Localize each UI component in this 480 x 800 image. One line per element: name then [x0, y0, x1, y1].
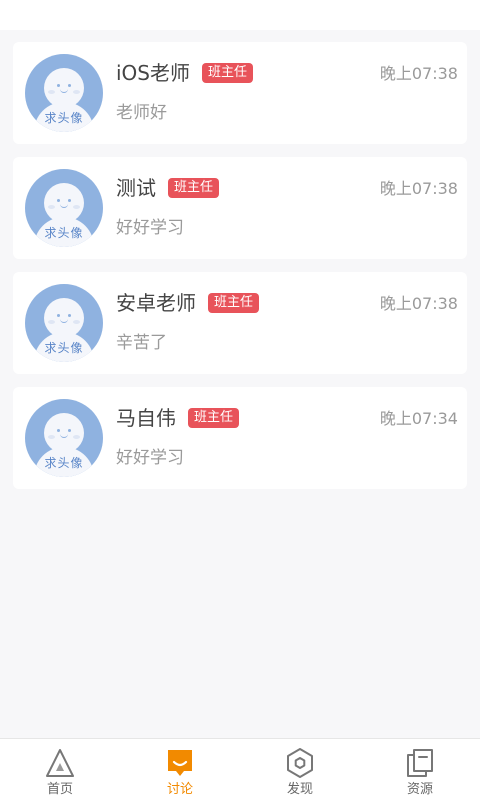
triangle-icon [46, 749, 74, 777]
avatar-placeholder-text: 求头像 [44, 341, 84, 355]
hexagon-icon [287, 748, 313, 778]
contact-name: 安卓老师 [116, 291, 196, 315]
chat-item[interactable]: 求头像 iOS老师 班主任 晚上07:38 老师好 [13, 42, 467, 144]
avatar-cheek [48, 90, 55, 94]
tab-label: 资源 [406, 782, 433, 797]
chat-item[interactable]: 求头像 测试 班主任 晚上07:38 好好学习 [13, 157, 467, 259]
avatar-head-shape [44, 68, 84, 108]
tab-resources[interactable]: 资源 [360, 739, 480, 800]
avatar-eye [68, 314, 71, 317]
chat-list: 求头像 iOS老师 班主任 晚上07:38 老师好 求头像 测试 班主任 晚上07:… [13, 42, 467, 502]
message-preview: 辛苦了 [116, 333, 167, 353]
tab-discover[interactable]: 发现 [240, 739, 360, 800]
avatar: 求头像 [25, 284, 103, 362]
bottom-tab-bar: 首页 讨论 发现 资源 [0, 738, 480, 800]
tab-discussion[interactable]: 讨论 [120, 739, 240, 800]
role-badge: 班主任 [188, 407, 240, 428]
avatar-cheek [73, 320, 80, 324]
chat-item[interactable]: 求头像 安卓老师 班主任 晚上07:38 辛苦了 [13, 272, 467, 374]
message-time: 晚上07:34 [379, 409, 458, 428]
avatar-head-shape [44, 298, 84, 338]
chat-bubble-icon [168, 750, 192, 776]
avatar-cheek [73, 435, 80, 439]
contact-name-row: 测试 班主任 [116, 175, 220, 201]
avatar-cheek [48, 320, 55, 324]
avatar-eye [57, 199, 60, 202]
avatar-placeholder-text: 求头像 [44, 111, 84, 125]
avatar-head-shape [44, 413, 84, 453]
contact-name: iOS老师 [116, 61, 190, 85]
avatar-eye [57, 84, 60, 87]
message-preview: 好好学习 [116, 448, 184, 468]
message-preview: 老师好 [116, 103, 167, 123]
top-bar [0, 0, 480, 30]
documents-icon [407, 749, 433, 777]
tab-home[interactable]: 首页 [0, 739, 120, 800]
chat-item[interactable]: 求头像 马自伟 班主任 晚上07:34 好好学习 [13, 387, 467, 489]
avatar-placeholder-text: 求头像 [44, 226, 84, 240]
contact-name-row: iOS老师 班主任 [116, 60, 254, 86]
avatar-cheek [48, 435, 55, 439]
avatar-eye [68, 84, 71, 87]
avatar-cheek [48, 205, 55, 209]
avatar-eye [57, 314, 60, 317]
avatar-eye [68, 199, 71, 202]
message-time: 晚上07:38 [379, 294, 458, 313]
avatar-cheek [73, 90, 80, 94]
avatar: 求头像 [25, 54, 103, 132]
message-time: 晚上07:38 [379, 179, 458, 198]
contact-name-row: 安卓老师 班主任 [116, 290, 260, 316]
tab-label: 发现 [286, 782, 313, 797]
contact-name-row: 马自伟 班主任 [116, 405, 240, 431]
message-preview: 好好学习 [116, 218, 184, 238]
avatar-cheek [73, 205, 80, 209]
avatar-eye [68, 429, 71, 432]
avatar-placeholder-text: 求头像 [44, 456, 84, 470]
avatar-eye [57, 429, 60, 432]
role-badge: 班主任 [168, 177, 220, 198]
avatar: 求头像 [25, 399, 103, 477]
role-badge: 班主任 [208, 292, 260, 313]
contact-name: 马自伟 [116, 406, 176, 430]
tab-label: 讨论 [166, 782, 193, 797]
message-time: 晚上07:38 [379, 64, 458, 83]
tab-label: 首页 [46, 782, 73, 797]
role-badge: 班主任 [202, 62, 254, 83]
avatar: 求头像 [25, 169, 103, 247]
contact-name: 测试 [116, 176, 156, 200]
avatar-head-shape [44, 183, 84, 223]
